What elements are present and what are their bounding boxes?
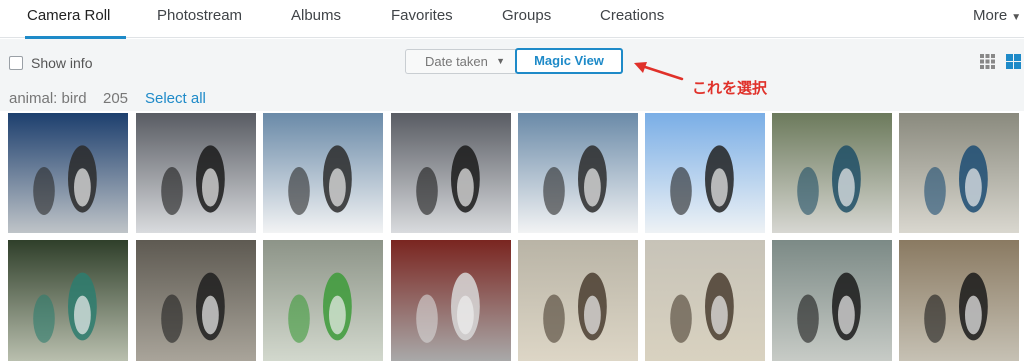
photo-thumbnail[interactable] [8,240,128,361]
photo-thumbnail[interactable] [645,113,765,233]
tab-creations[interactable]: Creations [600,0,664,38]
date-taken-label: Date taken [425,54,488,69]
toolbar: Show info Date taken ▼ Magic View これを選択 … [0,39,1024,111]
chevron-down-icon: ▼ [1011,12,1022,23]
tab-albums[interactable]: Albums [291,0,341,38]
select-all-link[interactable]: Select all [145,90,206,107]
photo-image [518,240,638,361]
photo-image [772,113,892,233]
photo-thumbnail[interactable] [772,113,892,233]
photo-image [263,113,383,233]
tab-camera-roll[interactable]: Camera Roll [24,0,127,39]
photo-thumbnail[interactable] [263,240,383,361]
top-navigation: Camera Roll Photostream Albums Favorites… [0,0,1024,39]
magic-view-button[interactable]: Magic View [515,48,623,74]
photo-thumbnail[interactable] [391,113,511,233]
photo-image [899,240,1019,361]
photo-image [391,240,511,361]
photo-image [136,240,256,361]
show-info-checkbox[interactable] [9,56,23,70]
arrow-icon [634,62,684,81]
search-label: animal: bird [9,90,87,107]
annotation-text: これを選択 [692,79,768,97]
photo-thumbnail[interactable] [645,240,765,361]
photo-thumbnail[interactable] [518,240,638,361]
photo-image [645,240,765,361]
photo-thumbnail[interactable] [518,113,638,233]
photo-image [8,240,128,361]
photo-thumbnail[interactable] [899,240,1019,361]
photo-image [772,240,892,361]
photo-thumbnail[interactable] [263,113,383,233]
photo-thumbnail[interactable] [8,113,128,233]
photo-thumbnail[interactable] [136,240,256,361]
photo-thumbnail[interactable] [136,113,256,233]
more-label: More [973,7,1008,24]
more-menu[interactable]: More ▼ [973,0,1021,38]
grid-large-icon[interactable] [1006,54,1021,69]
photo-image [518,113,638,233]
photo-image [899,113,1019,233]
tab-groups[interactable]: Groups [502,0,551,38]
result-count: 205 [103,90,129,107]
photo-image [136,113,256,233]
photo-image [263,240,383,361]
tab-photostream[interactable]: Photostream [157,0,242,38]
show-info-label[interactable]: Show info [31,55,92,71]
photo-thumbnail[interactable] [772,240,892,361]
photo-image [645,113,765,233]
date-taken-button[interactable]: Date taken ▼ [405,49,516,74]
caret-down-icon: ▼ [496,56,505,66]
grid-small-icon[interactable] [980,54,995,69]
tab-favorites[interactable]: Favorites [391,0,453,38]
photo-image [8,113,128,233]
photo-thumbnail[interactable] [391,240,511,361]
photo-image [391,113,511,233]
photo-thumbnail[interactable] [899,113,1019,233]
